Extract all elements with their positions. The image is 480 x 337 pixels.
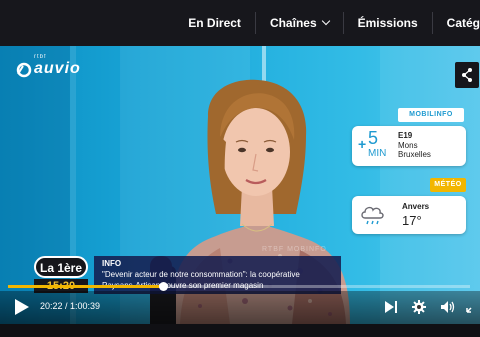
time-display: 20:22 / 1:00:39 [40,301,101,311]
weather-card: Anvers 17° [352,196,466,234]
traffic-from: Mons [398,141,418,150]
traffic-road: E19 [398,131,413,140]
player-controls: 20:22 / 1:00:39 [0,291,480,324]
nav-emissions-label: Émissions [357,16,418,30]
traffic-plus: + [358,136,367,152]
progress-bar[interactable] [8,282,470,291]
la-premiere-logo: La 1ère [34,256,88,278]
background-caption: RTBF MOBINFO [262,246,327,253]
page-bottom [0,324,480,337]
weather-city: Anvers [402,202,430,211]
fullscreen-icon[interactable] [466,301,478,313]
meteo-tag: MÉTÉO [430,178,466,192]
share-icon [462,68,472,82]
gear-icon[interactable] [412,300,426,314]
nav-en-direct-label: En Direct [188,16,241,30]
nav-chaines[interactable]: Chaînes [256,0,343,46]
video-player[interactable]: rtbf auvio MOBILINFO + 5 MIN E19 Mons Br… [0,46,480,324]
traffic-minutes: 5 [368,128,379,148]
play-icon[interactable] [12,298,30,316]
auvio-o-icon [16,62,32,78]
player-page: En Direct Chaînes Émissions Catég rtbf a… [0,0,480,337]
cloud-rain-icon [361,206,384,225]
caption-category: INFO [102,259,122,268]
volume-icon[interactable] [440,300,456,314]
nav-en-direct[interactable]: En Direct [174,0,255,46]
weather-temperature: 17° [402,213,422,228]
chevron-down-icon [321,16,330,26]
mobilinfo-tag: MOBILINFO [398,108,464,122]
next-icon[interactable] [384,300,398,314]
share-button[interactable] [455,62,479,88]
news-caption: INFO "Devenir acteur de notre consommati… [94,256,341,294]
nav-categories[interactable]: Catég [433,0,480,46]
traffic-unit: MIN [368,148,387,159]
traffic-card: + 5 MIN E19 Mons Bruxelles [352,126,466,166]
nav-categories-label: Catég [446,16,480,30]
nav-emissions[interactable]: Émissions [344,0,432,46]
nav-chaines-label: Chaînes [269,16,317,30]
progress-fill [8,285,164,288]
caption-line-1: "Devenir acteur de notre consommation": … [102,270,300,279]
traffic-to: Bruxelles [398,150,431,159]
top-nav: En Direct Chaînes Émissions Catég [0,0,480,46]
nav-links: En Direct Chaînes Émissions Catég [174,0,480,46]
logo-auvio-text: auvio [34,60,81,77]
